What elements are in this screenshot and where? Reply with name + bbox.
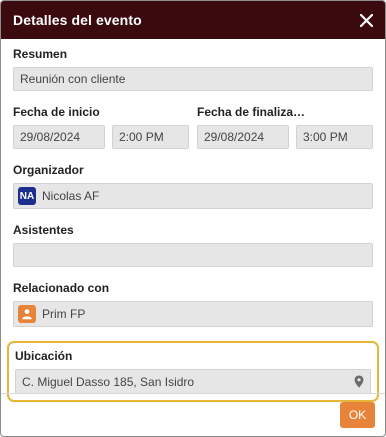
start-date-label: Fecha de inicio	[13, 105, 100, 119]
summary-label: Resumen	[13, 47, 68, 61]
start-date-group: Fecha de inicio 29/08/2024 2:00 PM	[13, 105, 189, 149]
organizer-group: Organizador NA Nicolas AF	[13, 163, 373, 209]
dates-row: Fecha de inicio 29/08/2024 2:00 PM Fecha…	[13, 105, 373, 149]
dialog-footer: OK	[1, 393, 385, 436]
organizer-field[interactable]: NA Nicolas AF	[13, 183, 373, 209]
close-icon	[359, 13, 373, 27]
attendees-field[interactable]	[13, 243, 373, 267]
organizer-name: Nicolas AF	[42, 189, 100, 203]
related-name: Prim FP	[42, 307, 86, 321]
map-pin-icon[interactable]	[354, 375, 364, 388]
start-date-field[interactable]: 29/08/2024	[13, 125, 105, 149]
dialog-title: Detalles del evento	[13, 12, 142, 28]
location-value: C. Miguel Dasso 185, San Isidro	[22, 374, 195, 389]
end-date-field[interactable]: 29/08/2024	[197, 125, 289, 149]
summary-field[interactable]: Reunión con cliente	[13, 67, 373, 91]
location-label: Ubicación	[15, 349, 73, 363]
attendees-group: Asistentes	[13, 223, 373, 267]
end-time-field[interactable]: 3:00 PM	[296, 125, 373, 149]
start-time-field[interactable]: 2:00 PM	[112, 125, 189, 149]
summary-group: Resumen Reunión con cliente	[13, 47, 373, 91]
dialog-header: Detalles del evento	[1, 1, 385, 39]
organizer-avatar: NA	[18, 187, 36, 205]
related-field[interactable]: Prim FP	[13, 301, 373, 327]
attendees-label: Asistentes	[13, 223, 74, 237]
related-label: Relacionado con	[13, 281, 110, 295]
end-date-label: Fecha de finaliza…	[197, 105, 306, 119]
event-details-dialog: Detalles del evento Resumen Reunión con …	[0, 0, 386, 437]
close-button[interactable]	[357, 11, 375, 29]
dialog-body: Resumen Reunión con cliente Fecha de ini…	[1, 39, 385, 402]
related-group: Relacionado con Prim FP	[13, 281, 373, 327]
ok-button[interactable]: OK	[340, 402, 375, 428]
location-field[interactable]: C. Miguel Dasso 185, San Isidro	[15, 369, 371, 394]
organizer-label: Organizador	[13, 163, 84, 177]
person-icon	[18, 305, 36, 323]
end-date-group: Fecha de finaliza… 29/08/2024 3:00 PM	[197, 105, 373, 149]
